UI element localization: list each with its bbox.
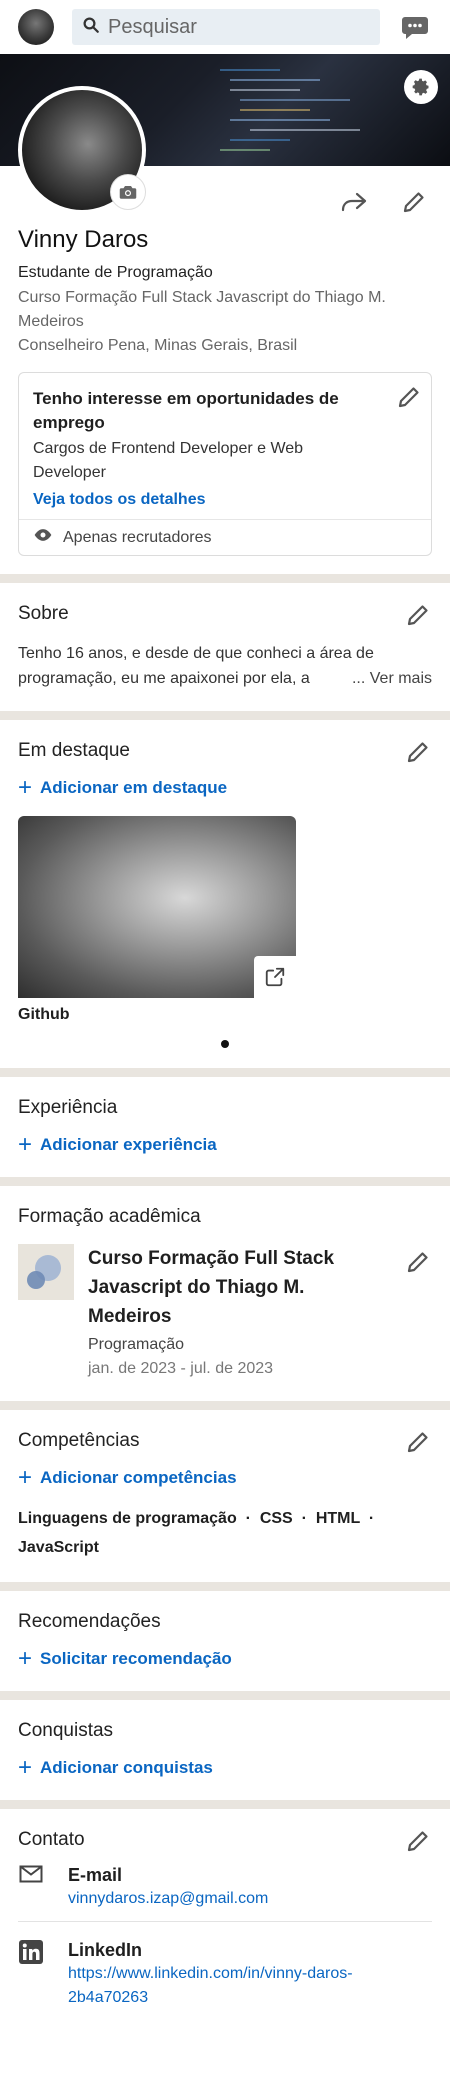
- cover-image: [0, 54, 450, 214]
- intro-actions: [18, 166, 432, 228]
- linkedin-icon: [18, 1938, 44, 2010]
- add-featured-label: Adicionar em destaque: [40, 778, 228, 797]
- code-lines-decoration: [220, 69, 360, 151]
- profile-education-line: Curso Formação Full Stack Javascript do …: [18, 289, 386, 330]
- section-separator: [0, 574, 450, 583]
- contact-email: E-mail vinnydaros.izap@gmail.com: [18, 1853, 432, 1921]
- external-link-button[interactable]: [254, 956, 296, 998]
- see-all-details-link[interactable]: Veja todos os detalhes: [33, 491, 417, 509]
- plus-icon: +: [18, 774, 33, 801]
- experience-title: Experiência: [18, 1097, 118, 1118]
- contact-linkedin: LinkedIn https://www.linkedin.com/in/vin…: [18, 1921, 432, 2020]
- user-avatar[interactable]: [18, 9, 54, 45]
- search-icon: [82, 16, 100, 39]
- education-section: Formação acadêmica Curso Formação Full S…: [0, 1186, 450, 1401]
- section-separator: [0, 1068, 450, 1077]
- carousel-dots: [18, 1040, 432, 1048]
- cover-settings-button[interactable]: [404, 70, 438, 104]
- skills-title: Competências: [18, 1430, 140, 1451]
- edit-intro-icon[interactable]: [402, 190, 426, 219]
- profile-name: Vinny Daros: [18, 226, 149, 253]
- add-featured-link[interactable]: + Adicionar em destaque: [18, 776, 432, 800]
- contact-title: Contato: [18, 1829, 85, 1850]
- plus-icon: +: [18, 1645, 33, 1672]
- edit-skills-icon[interactable]: [406, 1430, 430, 1459]
- profile-page: Vinny Daros Estudante de Programação Cur…: [0, 0, 450, 2081]
- edit-contact-icon[interactable]: [406, 1829, 430, 1858]
- open-to-work-visibility: Apenas recrutadores: [19, 519, 431, 555]
- contact-email-text: E-mail vinnydaros.izap@gmail.com: [68, 1863, 268, 1911]
- external-link-icon: [265, 967, 285, 987]
- accomplishments-section: Conquistas + Adicionar conquistas: [0, 1700, 450, 1800]
- experience-section: Experiência + Adicionar experiência: [0, 1077, 450, 1177]
- recommendations-title: Recomendações: [18, 1611, 161, 1632]
- skills-section: Competências + Adicionar competências Li…: [0, 1410, 450, 1582]
- contact-linkedin-value[interactable]: https://www.linkedin.com/in/vinny-daros-…: [68, 1962, 408, 2010]
- featured-item[interactable]: Github: [18, 816, 296, 1024]
- add-experience-link[interactable]: + Adicionar experiência: [18, 1133, 432, 1157]
- contact-linkedin-label: LinkedIn: [68, 1940, 143, 1960]
- contact-linkedin-text: LinkedIn https://www.linkedin.com/in/vin…: [68, 1938, 408, 2010]
- section-separator: [0, 711, 450, 720]
- add-accomplishments-link[interactable]: + Adicionar conquistas: [18, 1756, 432, 1780]
- add-skills-label: Adicionar competências: [40, 1468, 237, 1487]
- open-to-work-roles: Cargos de Frontend Developer e Web Devel…: [33, 440, 304, 481]
- edit-education-icon[interactable]: [406, 1250, 430, 1279]
- plus-icon: +: [18, 1754, 33, 1781]
- recommendations-section: Recomendações + Solicitar recomendação: [0, 1591, 450, 1691]
- profile-headline: Estudante de Programação: [18, 264, 213, 281]
- section-separator: [0, 1401, 450, 1410]
- featured-title: Em destaque: [18, 740, 130, 761]
- visibility-label: Apenas recrutadores: [63, 528, 212, 546]
- education-school: Curso Formação Full Stack Javascript do …: [88, 1248, 335, 1327]
- intro-section: Vinny Daros Estudante de Programação Cur…: [0, 166, 450, 574]
- about-section: Sobre Tenho 16 anos, e desde de que conh…: [0, 583, 450, 711]
- featured-section: Em destaque + Adicionar em destaque Gith…: [0, 720, 450, 1068]
- school-logo: [18, 1244, 74, 1300]
- accomplishments-title: Conquistas: [18, 1720, 114, 1741]
- education-info: Curso Formação Full Stack Javascript do …: [88, 1244, 432, 1381]
- search-bar[interactable]: [72, 9, 380, 45]
- open-to-work-title: Tenho interesse em oportunidades de empr…: [33, 389, 339, 432]
- about-text: Tenho 16 anos, e desde de que conheci a …: [18, 645, 374, 687]
- section-separator: [0, 1800, 450, 1809]
- education-title: Formação acadêmica: [18, 1206, 201, 1227]
- education-degree: Programação: [88, 1336, 185, 1353]
- share-icon[interactable]: [340, 191, 368, 218]
- about-title: Sobre: [18, 603, 69, 624]
- plus-icon: +: [18, 1464, 33, 1491]
- top-bar: [0, 0, 450, 54]
- eye-icon: [33, 528, 53, 547]
- see-more-link[interactable]: ... Ver mais: [345, 666, 432, 691]
- edit-featured-icon[interactable]: [406, 740, 430, 769]
- search-input[interactable]: [108, 15, 370, 39]
- contact-email-label: E-mail: [68, 1865, 123, 1885]
- education-dates: jan. de 2023 - jul. de 2023: [88, 1360, 274, 1377]
- section-separator: [0, 1691, 450, 1700]
- request-recommendation-label: Solicitar recomendação: [40, 1649, 232, 1668]
- request-recommendation-link[interactable]: + Solicitar recomendação: [18, 1647, 432, 1671]
- section-separator: [0, 1177, 450, 1186]
- edit-about-icon[interactable]: [406, 603, 430, 632]
- messaging-icon[interactable]: [398, 10, 432, 44]
- about-text-block: Tenho 16 anos, e desde de que conheci a …: [18, 641, 432, 691]
- plus-icon: +: [18, 1131, 33, 1158]
- add-skills-link[interactable]: + Adicionar competências: [18, 1466, 432, 1490]
- featured-thumbnail: [18, 816, 296, 998]
- open-to-work-body: Tenho interesse em oportunidades de empr…: [19, 373, 431, 519]
- section-separator: [0, 1582, 450, 1591]
- contact-email-value[interactable]: vinnydaros.izap@gmail.com: [68, 1887, 268, 1911]
- featured-item-title: Github: [18, 1006, 70, 1023]
- add-accomplishments-label: Adicionar conquistas: [40, 1758, 213, 1777]
- carousel-dot-active[interactable]: [221, 1040, 229, 1048]
- edit-open-to-work-icon[interactable]: [397, 385, 421, 414]
- open-to-work-card[interactable]: Tenho interesse em oportunidades de empr…: [18, 372, 432, 556]
- skills-list[interactable]: Linguagens de programação · CSS · HTML ·…: [18, 1504, 428, 1562]
- profile-location: Conselheiro Pena, Minas Gerais, Brasil: [18, 337, 298, 354]
- envelope-icon: [18, 1863, 44, 1911]
- education-item[interactable]: Curso Formação Full Stack Javascript do …: [18, 1244, 432, 1381]
- contact-section: Contato E-mail vinnydaros.izap@gmail.com…: [0, 1809, 450, 2030]
- gear-icon: [412, 78, 429, 96]
- add-experience-label: Adicionar experiência: [40, 1135, 217, 1154]
